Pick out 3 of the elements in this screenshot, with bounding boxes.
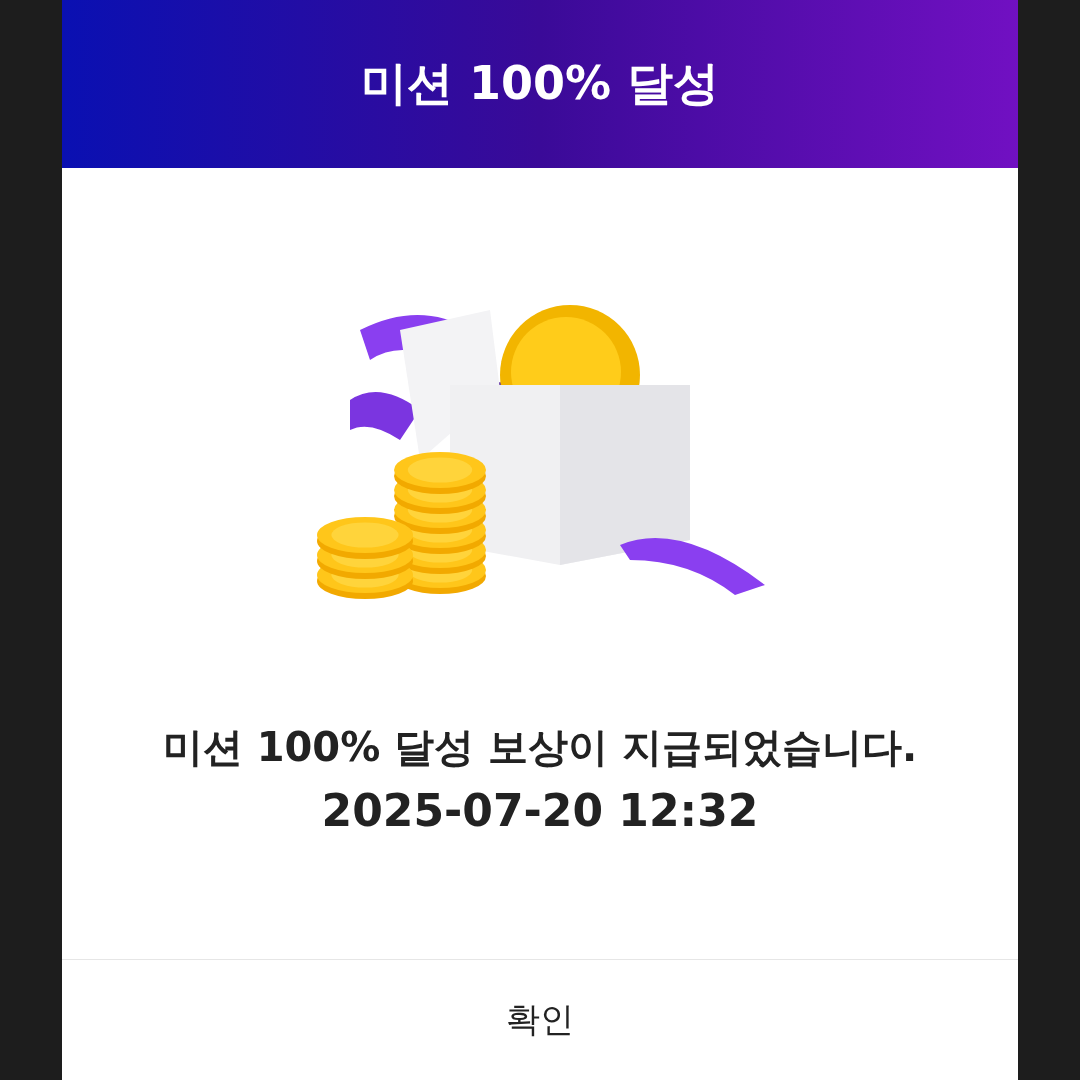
reward-message: 미션 100% 달성 보상이 지급되었습니다.	[162, 723, 918, 772]
timestamp: 2025-07-20 12:32	[321, 785, 759, 836]
dialog-title: 미션 100% 달성	[360, 55, 720, 112]
